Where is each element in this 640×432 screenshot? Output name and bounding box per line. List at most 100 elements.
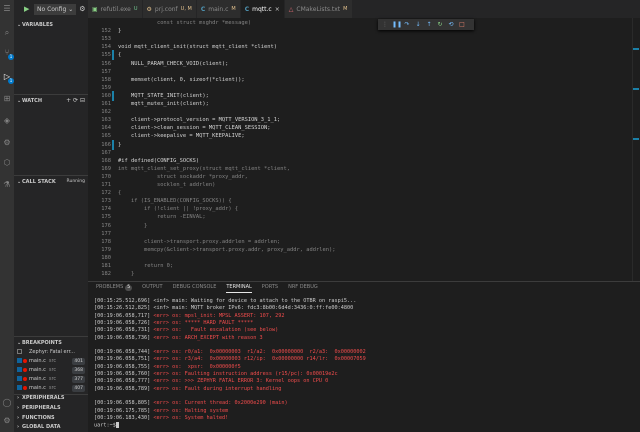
watch-section-header[interactable]: ⌄WATCH + ⟳ ⊟: [14, 96, 88, 106]
panel-tab-problems[interactable]: PROBLEMS 5: [96, 282, 133, 293]
panel-tab-label: NRF DEBUG: [288, 284, 318, 290]
stop-icon[interactable]: □: [458, 21, 466, 28]
explorer-icon[interactable]: ☰: [2, 4, 12, 14]
log-timestamp: [00:15:25.512,696]: [94, 298, 151, 304]
source-control-icon[interactable]: ⑂ 1: [2, 48, 14, 60]
terminal-line: [00:19:06.175,785] <err> os: Halting sys…: [94, 408, 228, 415]
prompt-text: uart:~$: [94, 422, 116, 429]
breakpoint-source: src: [48, 385, 57, 391]
step-over-icon[interactable]: ↷: [403, 21, 411, 28]
extensions-icon[interactable]: ⊞: [2, 94, 12, 104]
log-level: <err>: [153, 363, 169, 370]
c-file-icon: C: [244, 5, 250, 13]
drag-handle-icon[interactable]: ⋮: [381, 21, 389, 28]
watch-toolbar[interactable]: + ⟳ ⊟: [66, 96, 85, 106]
close-icon[interactable]: ×: [275, 6, 280, 13]
breakpoint-item[interactable]: main.c src 368: [17, 366, 87, 375]
terminal-line: [00:19:06.058,751] <err> os: r3/a4: 0x00…: [94, 356, 366, 363]
remote-explorer-icon[interactable]: ⬡: [2, 158, 12, 168]
breakpoints-section-header[interactable]: ⌄BREAKPOINTS: [14, 338, 88, 348]
panel-tab-nrf-debug[interactable]: NRF DEBUG: [288, 282, 318, 293]
log-timestamp: [00:19:06.058,744]: [94, 349, 151, 356]
breakpoint-checkbox[interactable]: [17, 385, 22, 390]
tab-label: prj.conf: [154, 5, 178, 13]
debug-config-select[interactable]: No Config ⌄: [34, 3, 77, 15]
tab-cmakelists-txt[interactable]: △ CMakeLists.txt M: [284, 0, 353, 18]
tab-status: M: [343, 6, 348, 12]
account-icon[interactable]: ◯: [2, 398, 12, 408]
run-debug-sidebar: ▶ No Config ⌄ ⚙ ⌄VARIABLES ⌄WATCH + ⟳ ⊟ ⌄…: [14, 0, 88, 432]
tab-main-c[interactable]: Cmain.c M: [196, 0, 241, 18]
search-icon[interactable]: ⌕: [2, 28, 12, 38]
breakpoint-checkbox[interactable]: [17, 349, 22, 354]
tab-status: M: [231, 6, 236, 12]
debug-settings-gear-icon[interactable]: ⚙: [79, 5, 85, 13]
variables-section-header[interactable]: ⌄VARIABLES: [14, 20, 88, 30]
breakpoint-label: main.c: [29, 385, 46, 391]
breakpoint-line-badge: 377: [72, 376, 85, 383]
breakpoint-checkbox[interactable]: [17, 376, 22, 381]
run-debug-icon[interactable]: ▷ 1: [2, 72, 14, 84]
tab-label: refutil.exe: [100, 5, 131, 13]
panel-tab-output[interactable]: OUTPUT: [142, 282, 162, 293]
peripherals-section-header[interactable]: › PERIPHERALS: [14, 403, 88, 413]
breakpoint-checkbox[interactable]: [17, 367, 22, 372]
breakpoint-label: main.c: [29, 367, 46, 373]
log-message: os: ARCH_EXCEPT with reason 3: [168, 334, 263, 341]
call-stack-section-header[interactable]: ⌄CALL STACK Running: [14, 177, 88, 187]
breakpoint-checkbox[interactable]: [17, 358, 22, 363]
terminal-line: [00:19:06.058,726] <err> os: ***** HARD …: [94, 320, 253, 327]
log-timestamp: [00:19:06.058,726]: [94, 319, 151, 326]
pause-icon[interactable]: ❚❚: [392, 21, 402, 28]
log-message: os: xpsr: 0x000000f5: [168, 363, 241, 370]
editor-scrollbar[interactable]: [632, 18, 640, 281]
code-editor[interactable]: const struct msghdr *message) 152} 153 154 v…: [88, 18, 640, 281]
log-timestamp: [00:19:06.058,789]: [94, 385, 151, 392]
tab-label: main.c: [208, 5, 229, 13]
nrf-connect-icon[interactable]: ◈: [2, 116, 12, 126]
panel-tab-label: TERMINAL: [226, 284, 252, 290]
log-timestamp: [00:19:06.058,777]: [94, 378, 151, 385]
step-out-icon[interactable]: ↑: [425, 21, 433, 28]
line-number: 182: [101, 271, 111, 278]
breakpoint-label: Zephyr: Fatal err...: [29, 349, 75, 355]
manage-gear-icon[interactable]: ⚙: [2, 416, 12, 426]
step-into-icon[interactable]: ↓: [414, 21, 422, 28]
log-timestamp: [00:19:06.058,736]: [94, 334, 151, 341]
log-level: <inf>: [153, 298, 169, 304]
problems-count-badge: 5: [125, 285, 133, 291]
tab-refutil-exe[interactable]: ▣ refutil.exe U: [88, 0, 143, 18]
restart-icon[interactable]: ↻: [436, 21, 444, 28]
xperipherals-section-header[interactable]: › XPERIPHERALS: [14, 393, 88, 403]
code-line[interactable]: 182 }: [88, 269, 640, 279]
panel-tab-label: PORTS: [261, 284, 279, 290]
testing-icon[interactable]: ⚗: [2, 180, 12, 190]
breakpoint-item[interactable]: Zephyr: Fatal err...: [17, 348, 87, 357]
activity-bar: ☰ ⌕ ⑂ 1 ▷ 1 ⊞ ◈ ⚙ ⬡ ⚗ ◯ ⚙: [0, 0, 14, 432]
log-timestamp: [00:19:06.058,731]: [94, 327, 151, 334]
tab-label: CMakeLists.txt: [296, 5, 341, 13]
breakpoint-item[interactable]: main.c src 401: [17, 357, 87, 366]
log-message: os: Halting system: [168, 407, 229, 414]
log-level: <err>: [153, 407, 169, 414]
terminal-line: [00:19:06.058,731] <err> os: Fault escal…: [94, 327, 278, 334]
call-stack-status: Running: [66, 179, 85, 184]
log-level: <err>: [153, 334, 169, 341]
log-level: <inf>: [153, 305, 169, 312]
panel-tab-debug-console[interactable]: DEBUG CONSOLE: [173, 282, 217, 293]
log-level: <err>: [153, 414, 169, 421]
reset-icon[interactable]: ⟲: [447, 21, 455, 28]
breakpoint-item[interactable]: main.c src 377: [17, 375, 87, 384]
panel-tab-ports[interactable]: PORTS: [262, 282, 278, 293]
log-message: os: Fault during interrupt handling: [168, 385, 282, 392]
global-data-section-header[interactable]: › GLOBAL DATA: [14, 422, 88, 432]
tab-prj-conf[interactable]: ⚙ prj.conf U, M: [142, 0, 197, 18]
terminal-prompt[interactable]: uart:~$: [94, 422, 119, 429]
device-icon[interactable]: ⚙: [2, 138, 12, 148]
panel-tab-terminal[interactable]: TERMINAL: [226, 282, 252, 293]
tab-mqtt-c[interactable]: Cmqtt.c ×: [240, 0, 285, 18]
panel-tab-label: DEBUG CONSOLE: [172, 284, 217, 290]
breakpoint-item[interactable]: main.c src 407: [17, 384, 87, 393]
start-debug-icon[interactable]: ▶: [24, 5, 31, 13]
terminal-line: [00:19:06.058,744] <err> os: r0/a1: 0x00…: [94, 349, 366, 356]
